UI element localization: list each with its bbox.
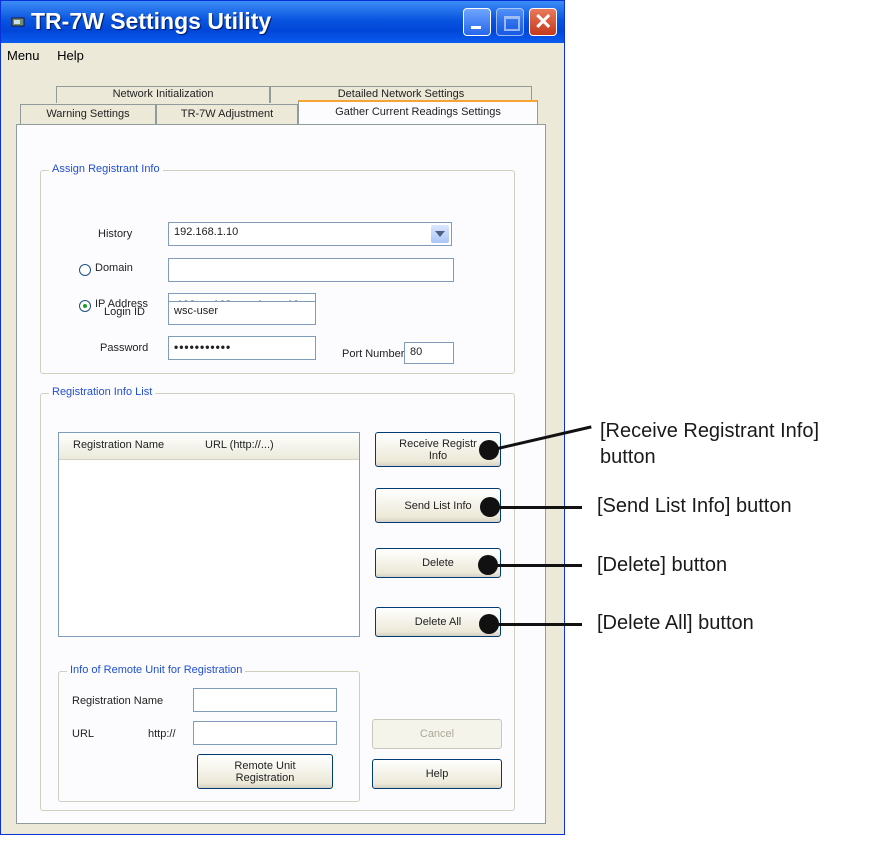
domain-radio[interactable] <box>79 264 91 276</box>
assign-registrant-group-label: Assign Registrant Info <box>49 163 163 175</box>
login-id-input[interactable]: wsc-user <box>168 301 316 325</box>
callout-line-send <box>490 506 582 509</box>
url-input[interactable] <box>193 721 337 745</box>
menu-item-menu[interactable]: Menu <box>7 48 40 63</box>
minimize-button[interactable] <box>463 8 491 36</box>
callout-send: [Send List Info] button <box>597 495 792 517</box>
menu-bar: Menu Help <box>7 48 98 63</box>
minimize-icon <box>471 26 481 29</box>
callout-delete: [Delete] button <box>597 554 728 576</box>
registration-name-input[interactable] <box>193 688 337 712</box>
close-icon: ✕ <box>534 9 553 34</box>
maximize-icon <box>504 16 520 31</box>
tab-network-initialization[interactable]: Network Initialization <box>56 86 270 103</box>
port-number-label: Port Number <box>342 348 405 360</box>
maximize-button[interactable] <box>496 8 524 36</box>
history-value: 192.168.1.10 <box>174 226 239 238</box>
history-label: History <box>98 228 133 240</box>
password-label: Password <box>100 342 149 354</box>
registration-info-list-label: Registration Info List <box>49 386 156 398</box>
callout-receive-line1: [Receive Registrant Info] <box>600 420 819 442</box>
callout-receive-line2: button <box>600 446 656 468</box>
history-combobox[interactable]: 192.168.1.10 <box>168 222 452 246</box>
column-url[interactable]: URL (http://...) <box>205 439 274 451</box>
remote-unit-group-label: Info of Remote Unit for Registration <box>67 664 246 676</box>
app-icon <box>11 17 25 27</box>
callout-line-delete <box>488 564 582 567</box>
registration-name-label: Registration Name <box>72 695 164 707</box>
domain-label: Domain <box>95 262 133 274</box>
port-number-input[interactable]: 80 <box>404 342 454 364</box>
menu-item-help[interactable]: Help <box>57 48 84 63</box>
title-bar[interactable]: TR-7W Settings Utility ✕ <box>1 1 564 43</box>
window-title: TR-7W Settings Utility <box>31 8 272 34</box>
radio-selected-dot <box>83 304 87 308</box>
close-button[interactable]: ✕ <box>529 8 557 36</box>
domain-input[interactable] <box>168 258 454 282</box>
chevron-down-icon[interactable] <box>431 225 449 243</box>
cancel-button: Cancel <box>372 719 502 749</box>
registration-listview[interactable]: Registration Name URL (http://...) <box>58 432 360 637</box>
tab-gather-current-readings-settings[interactable]: Gather Current Readings Settings <box>298 100 538 125</box>
listview-header: Registration Name URL (http://...) <box>59 433 359 460</box>
column-registration-name[interactable]: Registration Name <box>73 439 164 451</box>
callout-delete-all: [Delete All] button <box>597 612 754 634</box>
ip-address-radio[interactable] <box>79 300 91 312</box>
tab-warning-settings[interactable]: Warning Settings <box>20 104 156 125</box>
password-input[interactable]: ••••••••••• <box>168 336 316 360</box>
tab-tr7w-adjustment[interactable]: TR-7W Adjustment <box>156 104 298 125</box>
remote-unit-registration-button[interactable]: Remote Unit Registration <box>197 754 333 789</box>
callout-line-delete-all <box>489 623 582 626</box>
login-id-label: Login ID <box>104 306 145 318</box>
url-prefix: http:// <box>148 728 176 740</box>
url-label: URL <box>72 728 95 740</box>
help-button[interactable]: Help <box>372 759 502 789</box>
